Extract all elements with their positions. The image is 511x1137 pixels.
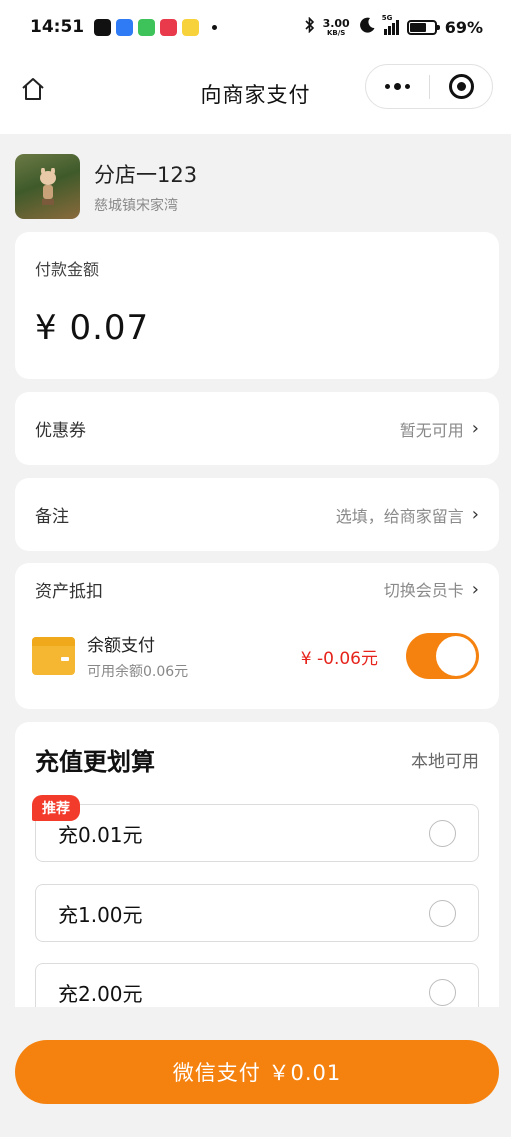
switch-member-card-button[interactable]: 切换会员卡 › [384,577,479,601]
balance-available: 可用余额0.06元 [87,664,189,680]
coupon-row[interactable]: 优惠券 暂无可用 › [15,392,499,465]
status-app-icons [94,18,218,36]
net-speed-value: 3.00 [322,16,350,30]
balance-title: 余额支付 [87,636,155,656]
amount-card: 付款金额 ¥ 0.07 [15,232,499,379]
merchant-avatar [15,154,80,219]
network-type: 5G [381,13,393,22]
switch-member-card-label: 切换会员卡 [383,581,464,600]
remark-row[interactable]: 备注 选填，给商家留言 › [15,478,499,551]
recharge-scope: 本地可用 [411,752,479,772]
amount-label: 付款金额 [35,260,100,279]
recharge-title: 充值更划算 [35,748,155,776]
battery-fill [409,22,427,32]
merchant-address: 慈城镇宋家湾 [94,197,178,214]
recharge-option-label: 充2.00元 [58,981,143,1006]
signal-icon: 5G [382,14,399,35]
amount-value: ¥ 0.07 [35,308,150,348]
asset-deduction-label: 资产抵扣 [35,581,103,602]
moon-icon [358,16,376,38]
battery-icon [406,19,440,35]
nav-bar: 向商家支付 [0,54,511,134]
recharge-option[interactable]: 充0.01元 [35,804,479,862]
close-mini-program-button[interactable] [430,74,492,99]
messages-app-icon [138,18,156,36]
tiktok-icon [94,18,112,36]
recharge-option-label: 充0.01元 [58,822,143,847]
status-bar: 14:51 3.00 KB/S 5G 69% [0,0,511,54]
radio-button[interactable] [429,978,456,1006]
calendar-app-icon [116,18,134,36]
gift-app-icon [160,18,178,36]
net-speed: 3.00 KB/S [323,18,350,37]
toggle-knob [436,636,476,676]
target-icon [448,74,474,99]
mini-program-capsule [365,64,493,109]
chevron-right-icon: › [471,504,479,525]
more-notifications-dot-icon [212,24,218,30]
recharge-option-label: 充1.00元 [58,902,143,927]
chevron-right-icon: › [471,578,479,600]
merchant-name: 分店一123 [94,162,198,187]
rabbit-app-icon [182,18,200,36]
net-speed-unit: KB/S [326,28,346,37]
status-right: 3.00 KB/S 5G 69% [304,14,483,38]
page-title: 向商家支付 [200,83,311,107]
battery-percent: 69% [444,17,483,37]
recharge-option[interactable]: 充1.00元 [35,884,479,942]
avatar-figure-icon [40,168,56,205]
recommend-badge: 推荐 [32,795,80,821]
wallet-icon [32,637,75,675]
radio-button[interactable] [429,899,456,927]
remark-label: 备注 [35,507,69,527]
balance-toggle[interactable] [406,633,479,679]
bluetooth-icon [304,16,315,37]
recharge-card: 充值更划算 本地可用 推荐 充0.01元 充1.00元 充2.00元 [15,722,499,1022]
merchant-header: 分店一123 慈城镇宋家湾 [15,154,197,219]
radio-button[interactable] [429,819,456,847]
coupon-label: 优惠券 [35,421,86,441]
home-icon[interactable] [20,76,46,102]
status-time: 14:51 [30,17,85,37]
balance-payment-row: 余额支付 可用余额0.06元 ¥ -0.06元 [32,631,479,681]
chevron-right-icon: › [471,418,479,439]
remark-placeholder: 选填，给商家留言 [335,506,464,526]
more-options-button[interactable] [366,65,429,108]
coupon-value: 暂无可用 [399,420,464,440]
asset-deduction-card: 资产抵扣 切换会员卡 › 余额支付 可用余额0.06元 ¥ -0.06元 [15,563,499,709]
wechat-pay-button[interactable]: 微信支付 ￥0.01 [15,1040,499,1104]
balance-deduction: ¥ -0.06元 [300,648,378,669]
